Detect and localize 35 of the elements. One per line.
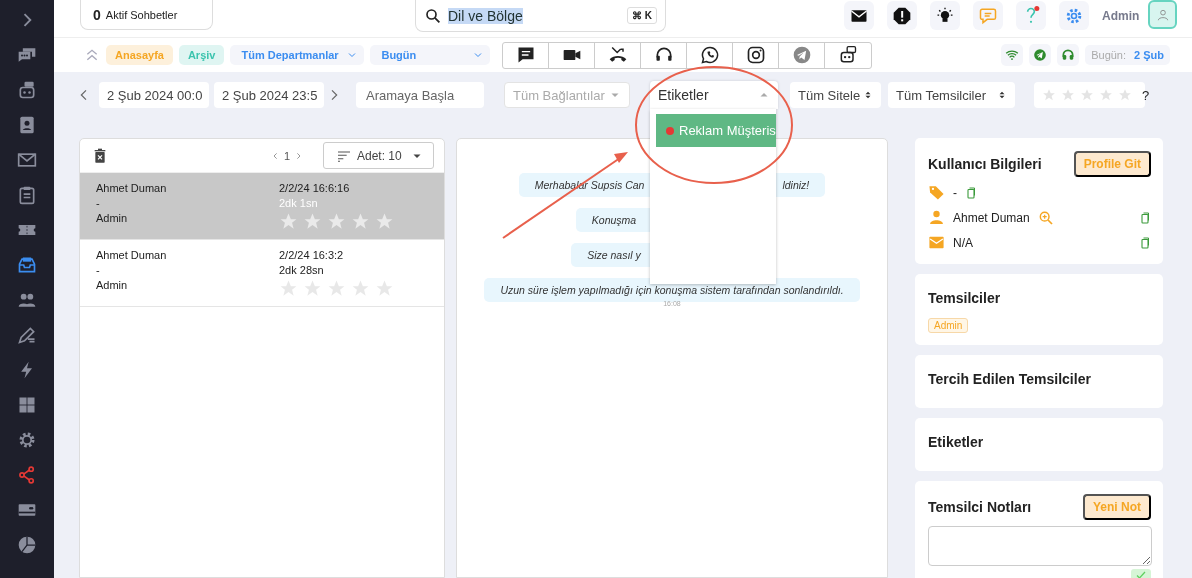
end-date-field[interactable]: 2 Şub 2024 23:5 <box>214 82 324 108</box>
today-date: 2 Şub <box>1134 49 1164 61</box>
conversation-duration: 2dk 28sn <box>279 264 325 276</box>
search-field[interactable]: Dil ve Bölge ⌘ K <box>415 0 666 32</box>
help-mark: ? <box>1142 87 1150 103</box>
agents-select[interactable]: Tüm Temsilciler <box>888 82 1015 108</box>
shortcut-key: ⌘ K <box>627 7 657 24</box>
card-title: Temsilci Notları <box>928 499 1032 515</box>
field-value: - <box>953 185 957 200</box>
card-title: Tercih Edilen Temsilciler <box>928 371 1091 387</box>
contact-detail: - <box>96 264 101 276</box>
search-field[interactable]: Aramaya Başla <box>356 82 484 108</box>
system-message: Uzun süre işlem yapılmadığı için konuşma sistem tarafından sonlandırıldı. <box>484 278 860 302</box>
page-number: 1 <box>283 149 290 162</box>
agent-name: Admin <box>96 279 129 291</box>
field-value: N/A <box>953 235 973 250</box>
agent-tag: Admin <box>928 318 969 333</box>
contact-name: Ahmet Duman <box>96 182 168 194</box>
user-name: Admin <box>1102 9 1140 23</box>
field-value: Ahmet Duman <box>953 210 1030 225</box>
contact-detail: - <box>96 197 101 209</box>
chat-count: 0 <box>93 6 101 23</box>
contact-name: Ahmet Duman <box>96 249 168 261</box>
agent-name: Admin <box>96 212 129 224</box>
page-size-select[interactable]: Adet: 10 <box>323 142 434 169</box>
sites-select[interactable]: Tüm Sitele <box>790 82 881 108</box>
card-title: Temsilciler <box>928 290 1001 306</box>
start-date-field[interactable]: 2 Şub 2024 00:0 <box>99 82 209 108</box>
card-title: Etiketler <box>928 434 984 450</box>
active-chats-label: Aktif Sohbetler <box>105 8 178 21</box>
conversation-time: 2/2/24 16:6:16 <box>279 182 351 194</box>
today-label: Bugün: <box>1091 49 1127 61</box>
conversation-time: 2/2/24 16:3:2 <box>279 249 345 261</box>
card-title: Kullanıcı Bilgileri <box>928 156 1042 172</box>
conversation-item[interactable]: Ahmet Duman - Admin 2/2/24 16:3:2 2dk 28sn <box>80 240 444 307</box>
